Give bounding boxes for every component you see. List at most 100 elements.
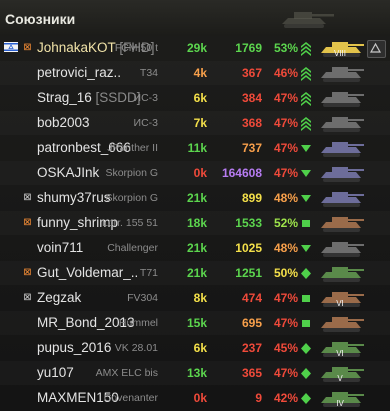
td-icon	[301, 245, 311, 252]
heavy-tank-icon	[301, 42, 311, 56]
player-name-text: Strag_16	[37, 90, 92, 105]
player-name: shumy37rus	[37, 190, 111, 205]
wn8-rating: 474	[241, 291, 262, 305]
tank-tier: VI	[336, 299, 344, 308]
tank-name: Hummel	[118, 317, 158, 329]
win-rate: 47%	[273, 291, 298, 305]
tank-icon: VI	[321, 342, 364, 358]
platoon-icon: ⊠	[23, 42, 32, 53]
battles-count: 0k	[193, 166, 207, 180]
player-row[interactable]: bob2003 ИС-3 7k 368 47%	[0, 111, 390, 135]
player-name-text: shumy37rus	[37, 190, 111, 205]
battles-count: 6k	[193, 91, 207, 105]
arty-icon	[302, 295, 310, 302]
tank-icon: V	[321, 367, 364, 383]
player-row[interactable]: yu107 AMX ELC bis 13k 365 47% V	[0, 361, 390, 385]
player-name: Zegzak	[37, 290, 81, 305]
tank-name: T71	[139, 267, 158, 279]
win-rate: 47%	[273, 91, 298, 105]
player-name-text: pupus_2016	[37, 340, 112, 355]
td-icon	[301, 145, 311, 152]
wn8-rating: 384	[241, 91, 262, 105]
player-row[interactable]: patronbest_666 JPanther II 11k 737 47%	[0, 136, 390, 160]
platoon-icon: ⊠	[23, 192, 32, 203]
wn8-rating: 695	[241, 316, 262, 330]
tank-icon	[321, 242, 364, 257]
win-rate: 47%	[273, 116, 298, 130]
tank-icon	[321, 267, 364, 282]
wn8-rating: 737	[241, 141, 262, 155]
tank-name: Skorpion G	[105, 192, 158, 204]
player-row[interactable]: MR_Bond_2013 Hummel 15k 695 47%	[0, 311, 390, 335]
battles-count: 15k	[186, 316, 207, 330]
tank-icon: VI	[321, 292, 364, 308]
player-name-text: yu107	[37, 365, 74, 380]
player-name: voin711	[37, 240, 83, 255]
player-name-text: voin711	[37, 240, 84, 255]
player-row[interactable]: petrovici_raz.. T34 4k 367 46%	[0, 61, 390, 85]
platoon-icon: ⊠	[23, 217, 32, 228]
battles-count: 21k	[186, 266, 207, 280]
tank-name: T34	[139, 67, 158, 79]
heavy-tank-icon	[301, 67, 311, 81]
win-rate: 46%	[273, 66, 298, 80]
tank-name: FCM 50 t	[114, 42, 158, 54]
player-name: Strag_16 [SSDD]	[37, 90, 141, 105]
platoon-icon: ⊠	[23, 292, 32, 303]
td-icon	[301, 170, 311, 177]
tank-icon	[321, 317, 364, 332]
win-rate: 48%	[273, 191, 298, 205]
player-row[interactable]: ⊠ shumy37rus Skorpion G 21k 899 48%	[0, 186, 390, 210]
player-row[interactable]: voin711 Challenger 21k 1025 48%	[0, 236, 390, 260]
tank-icon: VIII	[321, 42, 364, 58]
win-rate: 47%	[273, 316, 298, 330]
tank-icon	[321, 192, 364, 207]
player-name-text: petrovici_raz..	[37, 65, 122, 80]
player-row[interactable]: ⊠ funny_shrimp Lorr. 155 51 18k 1533 52%	[0, 211, 390, 235]
battles-count: 29k	[186, 41, 207, 55]
player-row[interactable]: pupus_2016 VK 28.01 6k 237 45% VI	[0, 336, 390, 360]
win-rate: 45%	[273, 341, 298, 355]
tank-name: Skorpion G	[105, 167, 158, 179]
wn8-rating: 368	[241, 116, 262, 130]
tank-tier: IV	[336, 399, 344, 408]
win-rate: 50%	[273, 266, 298, 280]
light-tank-icon	[301, 393, 311, 404]
heavy-tank-icon	[301, 92, 311, 106]
win-rate: 47%	[273, 166, 298, 180]
player-name: bob2003	[37, 115, 90, 130]
wn8-rating: 237	[241, 341, 262, 355]
panel-title: Союзники	[5, 11, 76, 27]
player-row[interactable]: OSKAJInk Skorpion G 0k 164608 47%	[0, 161, 390, 185]
light-tank-icon	[301, 368, 311, 379]
player-row[interactable]: MAXMEN150 Covenanter 0k 9 42% IV	[0, 386, 390, 410]
tank-name: JPanther II	[107, 142, 158, 154]
flag-icon	[4, 42, 18, 52]
player-name: yu107	[37, 365, 74, 380]
team-tank-icon	[282, 12, 334, 28]
tank-name: AMX ELC bis	[95, 367, 158, 379]
battles-count: 4k	[193, 66, 207, 80]
player-row[interactable]: ⊠ Gut_Voldemar_.. T71 21k 1251 50%	[0, 261, 390, 285]
wn8-rating: 1769	[235, 41, 262, 55]
player-name: petrovici_raz..	[37, 65, 121, 80]
win-rate: 47%	[273, 141, 298, 155]
tank-tier: V	[337, 374, 343, 383]
wn8-rating: 1251	[235, 266, 262, 280]
win-rate: 47%	[273, 366, 298, 380]
player-row[interactable]: Strag_16 [SSDD] ИС-3 6k 384 47%	[0, 86, 390, 110]
tank-icon	[321, 142, 364, 157]
win-rate: 42%	[273, 391, 298, 405]
battles-count: 18k	[186, 216, 207, 230]
player-name-text: Zegzak	[37, 290, 82, 305]
tank-icon	[321, 67, 364, 82]
wn8-rating: 1533	[235, 216, 262, 230]
wn8-rating: 1025	[235, 241, 262, 255]
player-row[interactable]: ⊠ JohnakaKOT [FHD] FCM 50 t 29k 1769 53% VIII	[0, 36, 390, 60]
tank-tier: VIII	[334, 49, 346, 58]
player-row[interactable]: ⊠ Zegzak FV304 8k 474 47% VI	[0, 286, 390, 310]
allies-panel: Союзники ⊠ JohnakaKOT [FHD] FCM 50 t 29k 176…	[0, 0, 390, 411]
light-tank-icon	[301, 343, 311, 354]
win-rate: 53%	[273, 41, 298, 55]
player-name: pupus_2016	[37, 340, 111, 355]
